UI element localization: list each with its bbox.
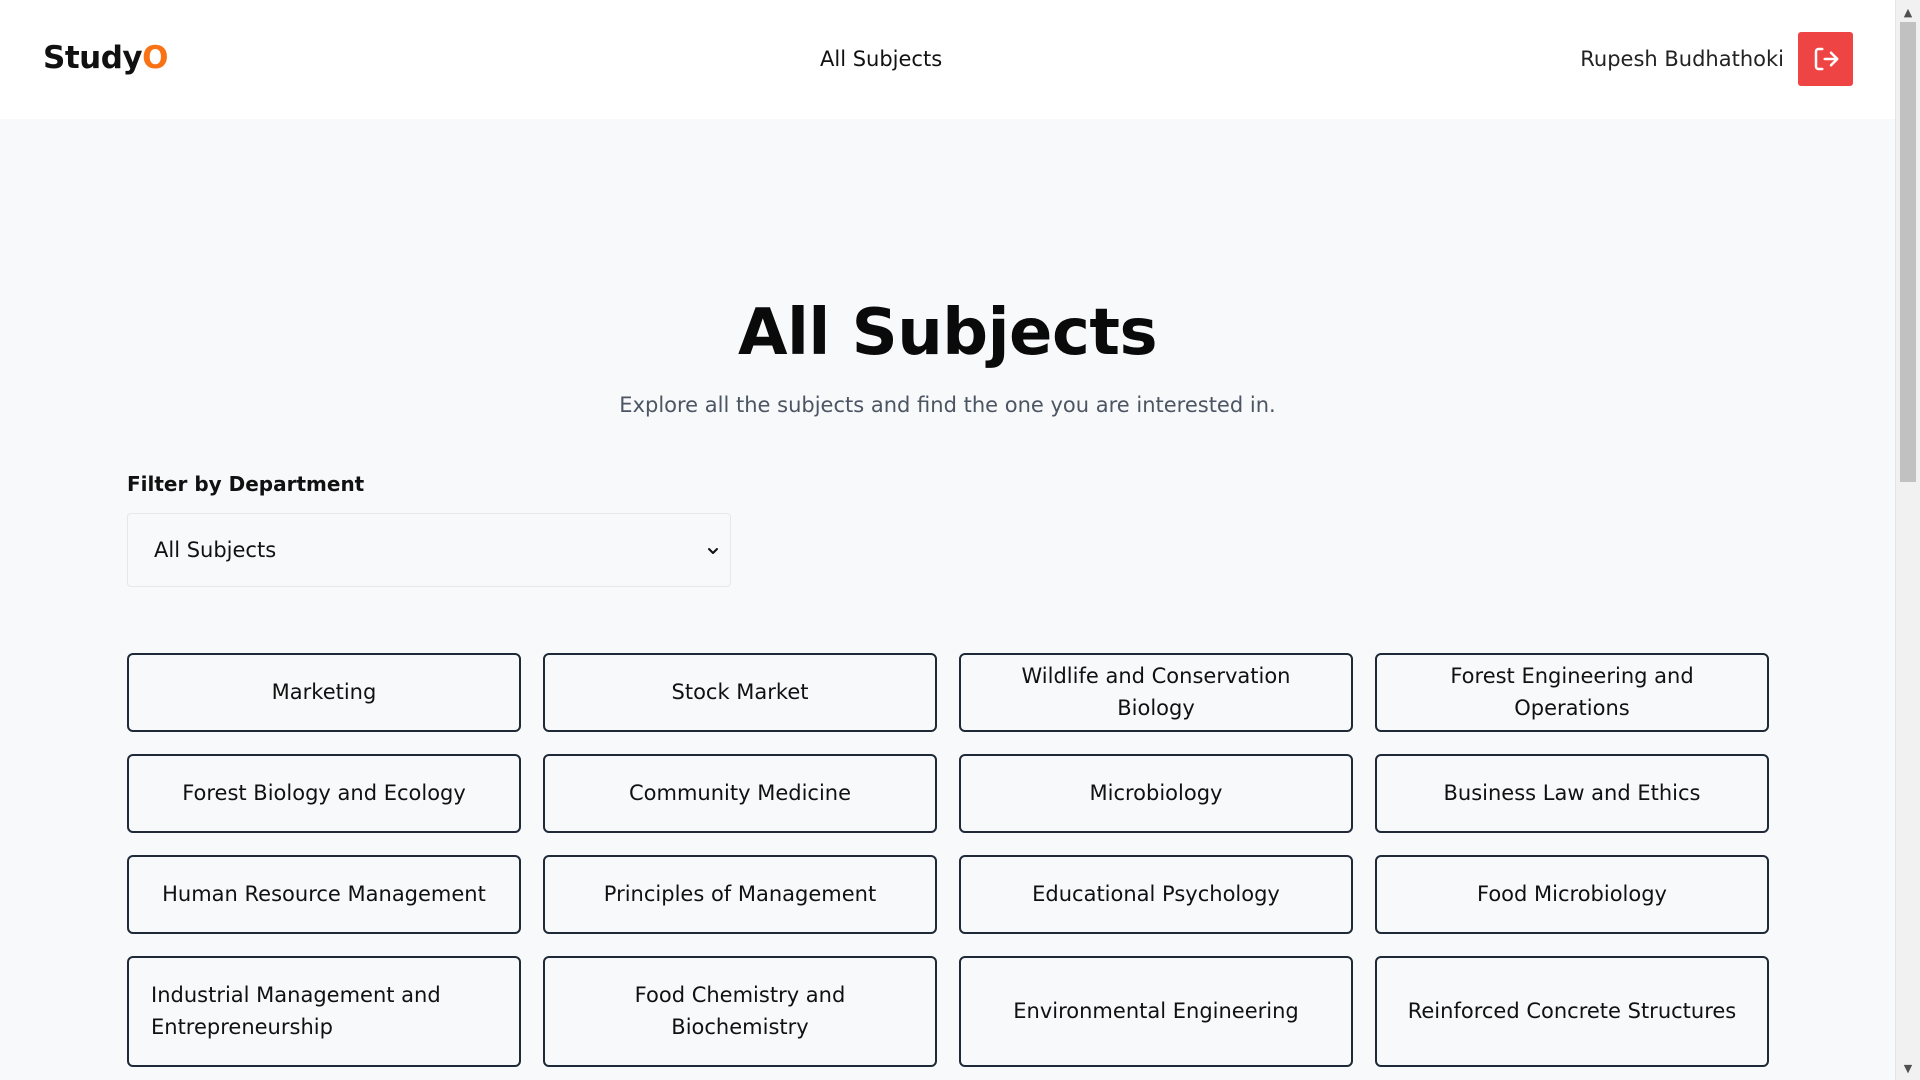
- subject-card[interactable]: Industrial Management and Entrepreneursh…: [127, 956, 521, 1067]
- subject-card-label: Microbiology: [1089, 780, 1223, 805]
- subject-card-label: Community Medicine: [628, 780, 852, 805]
- subjects-grid: Marketing Stock Market Wildlife and Cons…: [127, 653, 1769, 1067]
- subject-card-label: Wildlife and Conservation Biology: [1021, 664, 1291, 720]
- subject-card-label: Human Resource Management: [162, 881, 486, 906]
- chevron-down-icon: [706, 543, 720, 557]
- logout-icon: [1811, 44, 1841, 74]
- subject-card[interactable]: Stock Market: [543, 653, 937, 732]
- page-title: All Subjects: [737, 296, 1158, 370]
- logo-text: Study: [43, 40, 143, 76]
- scroll-up-arrow-icon[interactable]: ▲: [1896, 2, 1920, 22]
- subject-card-label: Food Microbiology: [1476, 881, 1667, 906]
- subject-card[interactable]: Food Microbiology: [1375, 855, 1769, 934]
- logo-accent: O: [142, 40, 168, 76]
- subject-card-label: Educational Psychology: [1032, 881, 1280, 906]
- subject-card[interactable]: Microbiology: [959, 754, 1353, 833]
- subject-card[interactable]: Reinforced Concrete Structures: [1375, 956, 1769, 1067]
- subject-card[interactable]: Forest Biology and Ecology: [127, 754, 521, 833]
- logo[interactable]: StudyO: [43, 40, 168, 76]
- user-name: Rupesh Budhathoki: [1580, 47, 1784, 71]
- top-navbar: StudyO All Subjects Rupesh Budhathoki: [0, 0, 1895, 119]
- filter-label: Filter by Department: [127, 472, 365, 496]
- scroll-down-arrow-icon[interactable]: ▼: [1896, 1058, 1920, 1078]
- subject-card-label: Principles of Management: [603, 881, 877, 906]
- subject-card[interactable]: Food Chemistry and Biochemistry: [543, 956, 937, 1067]
- subject-card[interactable]: Human Resource Management: [127, 855, 521, 934]
- subject-card[interactable]: Community Medicine: [543, 754, 937, 833]
- subject-card[interactable]: Business Law and Ethics: [1375, 754, 1769, 833]
- subject-card-label: Stock Market: [671, 679, 809, 704]
- viewport: StudyO All Subjects Rupesh Budhathoki Al…: [0, 0, 1895, 1080]
- subject-card-label: Reinforced Concrete Structures: [1407, 998, 1737, 1023]
- vertical-scrollbar[interactable]: ▲ ▼: [1895, 0, 1920, 1080]
- subject-card-label: Forest Biology and Ecology: [182, 780, 466, 805]
- subject-card-label: Environmental Engineering: [1013, 998, 1299, 1023]
- subject-card-label: Business Law and Ethics: [1443, 780, 1701, 805]
- subject-card-label: Industrial Management and Entrepreneursh…: [151, 983, 441, 1039]
- department-filter-select[interactable]: All Subjects: [127, 513, 731, 587]
- subject-card[interactable]: Environmental Engineering: [959, 956, 1353, 1067]
- subject-card-label: Marketing: [271, 679, 377, 704]
- scrollbar-thumb[interactable]: [1900, 22, 1916, 482]
- page: StudyO All Subjects Rupesh Budhathoki Al…: [0, 0, 1920, 1080]
- page-subtitle: Explore all the subjects and find the on…: [619, 393, 1276, 417]
- subject-card[interactable]: Wildlife and Conservation Biology: [959, 653, 1353, 732]
- subject-card[interactable]: Educational Psychology: [959, 855, 1353, 934]
- subject-card-label: Forest Engineering and Operations: [1450, 664, 1694, 720]
- logout-button[interactable]: [1798, 32, 1853, 86]
- subject-card[interactable]: Marketing: [127, 653, 521, 732]
- nav-link-all-subjects[interactable]: All Subjects: [820, 47, 942, 71]
- subject-card-label: Food Chemistry and Biochemistry: [634, 983, 846, 1039]
- subject-card[interactable]: Forest Engineering and Operations: [1375, 653, 1769, 732]
- filter-selected-value: All Subjects: [154, 538, 277, 562]
- subject-card[interactable]: Principles of Management: [543, 855, 937, 934]
